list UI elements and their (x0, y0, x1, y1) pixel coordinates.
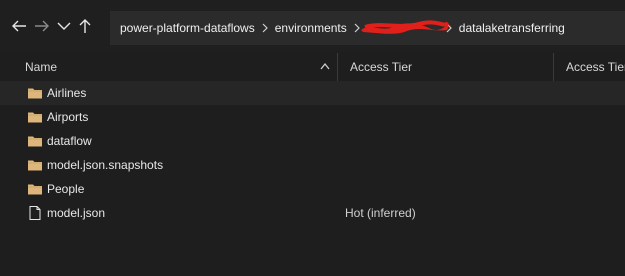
file-list: Airlines Airports dataflow model.json.sn… (0, 81, 625, 225)
chevron-down-icon (57, 22, 71, 30)
toolbar: power-platform-dataflows environments da… (0, 0, 625, 52)
list-item-airlines[interactable]: Airlines (0, 81, 625, 105)
redaction-scribble (360, 20, 450, 34)
forward-button[interactable] (33, 16, 51, 36)
file-access-tier: Hot (inferred) (345, 206, 416, 220)
list-item-people[interactable]: People (0, 177, 625, 201)
column-header-access-tier[interactable]: Access Tier (350, 53, 412, 81)
column-divider[interactable] (553, 53, 554, 81)
file-name: model.json.snapshots (47, 158, 164, 172)
back-button[interactable] (10, 16, 28, 36)
column-divider[interactable] (337, 53, 338, 81)
list-item-dataflow[interactable]: dataflow (0, 129, 625, 153)
column-header-row: Name Access Tier Access Tier (0, 53, 625, 81)
list-item-model-json[interactable]: model.json Hot (inferred) (0, 201, 625, 225)
arrow-left-icon (12, 20, 26, 32)
breadcrumb-item-datalaketransferring[interactable]: datalaketransferring (459, 21, 565, 35)
column-header-name[interactable]: Name (25, 53, 57, 81)
arrow-right-icon (35, 20, 49, 32)
breadcrumb-item-power-platform-dataflows[interactable]: power-platform-dataflows (120, 21, 255, 35)
chevron-right-icon[interactable] (262, 23, 268, 33)
arrow-up-icon (79, 19, 91, 33)
file-name: People (47, 182, 85, 196)
list-item-model-json-snapshots[interactable]: model.json.snapshots (0, 153, 625, 177)
folder-icon (28, 160, 42, 171)
document-icon (29, 206, 41, 220)
up-button[interactable] (76, 16, 94, 36)
list-item-airports[interactable]: Airports (0, 105, 625, 129)
file-name: dataflow (47, 134, 92, 148)
file-name: model.json (47, 206, 106, 220)
recent-locations-button[interactable] (55, 16, 73, 36)
folder-icon (28, 184, 42, 195)
column-header-access-tier-2[interactable]: Access Tier (566, 53, 625, 81)
folder-icon (28, 112, 42, 123)
file-name: Airlines (47, 86, 87, 100)
address-bar[interactable]: power-platform-dataflows environments da… (110, 11, 625, 45)
file-name: Airports (47, 110, 89, 124)
breadcrumb-item-environments[interactable]: environments (275, 21, 347, 35)
sort-ascending-icon (320, 62, 330, 70)
folder-icon (28, 88, 42, 99)
breadcrumb: power-platform-dataflows environments da… (120, 11, 565, 45)
breadcrumb-item-redacted[interactable] (360, 20, 450, 35)
folder-icon (28, 136, 42, 147)
